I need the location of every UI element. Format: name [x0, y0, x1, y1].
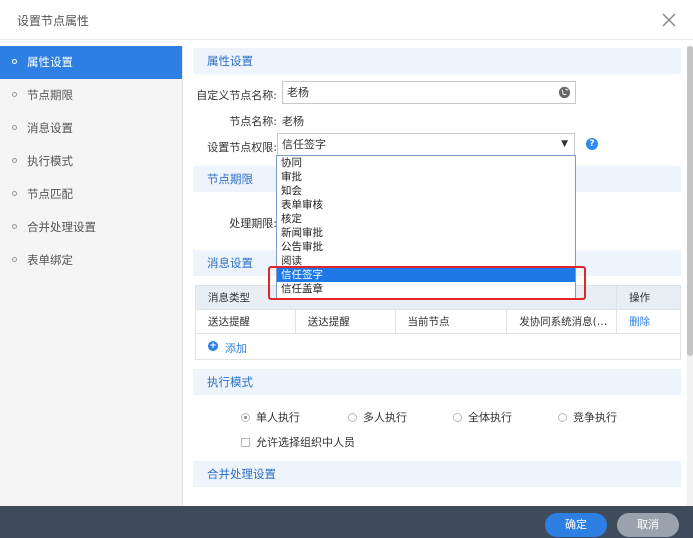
- sidebar-item-label: 表单绑定: [27, 253, 73, 267]
- sidebar-item-attr-settings[interactable]: 属性设置: [0, 46, 182, 79]
- table-row[interactable]: 送达提醒 送达提醒 当前节点 发协同系统消息(… 删除: [195, 309, 681, 334]
- custom-name-field[interactable]: 老杨: [282, 81, 576, 104]
- dropdown-option-selected[interactable]: 信任签字: [277, 268, 575, 282]
- node-name-label: 节点名称:: [229, 115, 277, 128]
- chevron-down-icon: ▼: [561, 139, 568, 149]
- radio-label: 全体执行: [468, 411, 512, 424]
- custom-name-value: 老杨: [287, 86, 309, 99]
- dropdown-option[interactable]: 新闻审批: [277, 226, 575, 240]
- sidebar-item-form-binding[interactable]: 表单绑定: [0, 244, 182, 277]
- cell-scope: 当前节点: [394, 309, 508, 334]
- radio-single[interactable]: 单人执行: [241, 409, 300, 425]
- plus-icon[interactable]: +: [208, 341, 218, 351]
- dialog-titlebar: 设置节点属性: [0, 0, 693, 40]
- ok-button[interactable]: 确定: [545, 513, 607, 537]
- sidebar-item-label: 属性设置: [27, 55, 73, 69]
- column-header-op: 操作: [616, 285, 681, 310]
- bullet-icon: [12, 158, 17, 163]
- perm-select-value: 信任签字: [282, 138, 326, 151]
- checkbox-label: 允许选择组织中人员: [256, 436, 355, 449]
- radio-all[interactable]: 全体执行: [453, 409, 512, 425]
- dropdown-option[interactable]: 核定: [277, 212, 575, 226]
- scrollbar[interactable]: [687, 46, 693, 506]
- sidebar-item-merge-settings[interactable]: 合并处理设置: [0, 211, 182, 244]
- cell-type: 送达提醒: [195, 309, 296, 334]
- node-name-value: 老杨: [282, 115, 304, 128]
- sidebar-item-node-deadline[interactable]: 节点期限: [0, 79, 182, 112]
- radio-compete[interactable]: 竞争执行: [558, 409, 617, 425]
- dialog-footer: 确定 取消: [0, 506, 693, 538]
- scrollbar-thumb[interactable]: [687, 46, 693, 356]
- dialog-title: 设置节点属性: [17, 14, 90, 28]
- dropdown-option[interactable]: 协同: [277, 156, 575, 170]
- dropdown-option[interactable]: 公告审批: [277, 240, 575, 254]
- bullet-icon: [12, 125, 17, 130]
- sidebar-item-label: 执行模式: [27, 154, 73, 168]
- process-deadline-label: 处理期限:: [229, 217, 277, 230]
- section-heading-merge: 合并处理设置: [193, 461, 681, 487]
- bullet-icon: [12, 191, 17, 196]
- add-message-link[interactable]: 添加: [225, 340, 247, 356]
- bullet-icon: [12, 92, 17, 97]
- dropdown-option[interactable]: 信任盖章: [277, 282, 575, 296]
- custom-name-label: 自定义节点名称:: [196, 89, 277, 102]
- sidebar-item-node-match[interactable]: 节点匹配: [0, 178, 182, 211]
- radio-multi[interactable]: 多人执行: [348, 409, 407, 425]
- sidebar-item-label: 合并处理设置: [27, 220, 96, 234]
- sidebar-item-exec-mode[interactable]: 执行模式: [0, 145, 182, 178]
- bullet-icon: [12, 59, 17, 64]
- radio-circle-icon: [348, 412, 357, 422]
- dropdown-option[interactable]: 表单审核: [277, 198, 575, 212]
- radio-circle-icon: [558, 412, 567, 422]
- dropdown-option[interactable]: 审批: [277, 170, 575, 184]
- checkbox-icon: [241, 437, 250, 447]
- bullet-icon: [12, 257, 17, 262]
- section-heading-exec: 执行模式: [193, 369, 681, 395]
- cell-event: 送达提醒: [294, 309, 396, 334]
- perm-label: 设置节点权限:: [207, 141, 277, 154]
- cell-method: 发协同系统消息(…: [506, 309, 618, 334]
- globe-icon[interactable]: [558, 86, 571, 99]
- close-icon[interactable]: [661, 12, 677, 28]
- add-message-row: + 添加: [195, 334, 681, 360]
- dropdown-option[interactable]: 阅读: [277, 254, 575, 268]
- help-icon[interactable]: ?: [586, 138, 598, 150]
- perm-select[interactable]: 信任签字 ▼: [277, 133, 575, 156]
- radio-circle-icon: [453, 412, 462, 422]
- dropdown-option[interactable]: 知会: [277, 184, 575, 198]
- delete-link[interactable]: 删除: [616, 309, 681, 334]
- sidebar-item-label: 节点期限: [27, 88, 73, 102]
- sidebar-item-message-settings[interactable]: 消息设置: [0, 112, 182, 145]
- radio-label: 单人执行: [256, 411, 300, 424]
- allow-select-checkbox[interactable]: 允许选择组织中人员: [241, 434, 355, 450]
- sidebar-item-label: 消息设置: [27, 121, 73, 135]
- radio-circle-icon: [241, 412, 250, 422]
- cancel-button[interactable]: 取消: [617, 513, 679, 537]
- sidebar-item-label: 节点匹配: [27, 187, 73, 201]
- bullet-icon: [12, 224, 17, 229]
- radio-label: 竞争执行: [573, 411, 617, 424]
- section-heading-attr: 属性设置: [193, 48, 681, 74]
- sidebar: 属性设置 节点期限 消息设置 执行模式 节点匹配 合并处理设置 表单绑定: [0, 46, 183, 506]
- perm-dropdown-list: 协同 审批 知会 表单审核 核定 新闻审批 公告审批 阅读 信任签字 信任盖章: [276, 155, 576, 299]
- radio-label: 多人执行: [363, 411, 407, 424]
